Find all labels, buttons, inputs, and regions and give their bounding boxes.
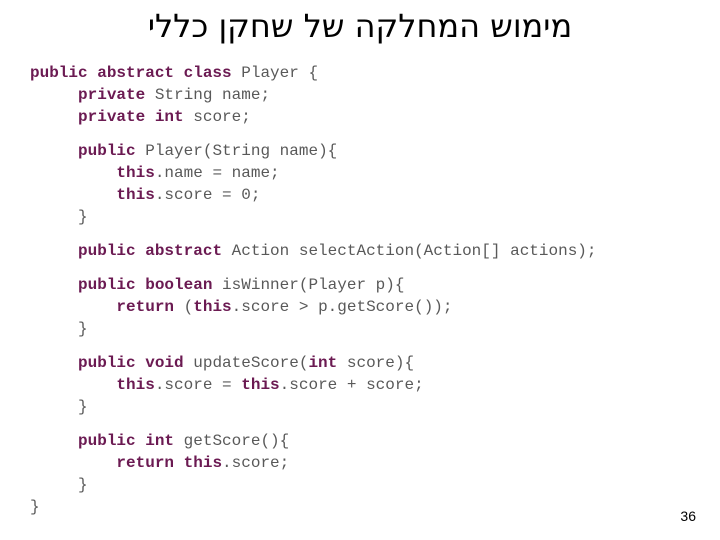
code-line: public void updateScore(int score){ [30,352,700,374]
code-keyword: this [116,376,155,394]
code-text: Player { [241,64,319,82]
code-keyword: int [308,354,347,372]
code-keyword: return [116,298,184,316]
code-keyword: private int [78,108,194,126]
code-text: } [78,208,88,226]
code-keyword: public boolean [78,276,223,294]
code-keyword: private [78,86,155,104]
code-line: private int score; [30,106,700,128]
code-text: .score + score; [279,376,424,394]
code-line: public int getScore(){ [30,430,700,452]
code-text: .score > p.getScore()); [231,298,453,316]
code-text: ( [183,298,194,316]
code-text: getScore(){ [183,432,290,450]
code-keyword: this [116,186,155,204]
code-text: Player(String name){ [145,142,338,160]
code-keyword: this [241,376,280,394]
code-keyword: public void [78,354,194,372]
code-text: } [30,498,40,516]
code-line: private String name; [30,84,700,106]
code-text: } [78,398,88,416]
code-keyword: public abstract [78,242,232,260]
code-keyword: public abstract class [30,64,242,82]
code-line: public Player(String name){ [30,140,700,162]
code-text: .name = name; [154,164,280,182]
code-line: this.score = 0; [30,184,700,206]
code-line: } [30,318,700,340]
code-keyword: public int [78,432,184,450]
code-text: .score = 0; [154,186,261,204]
code-text: score; [193,108,251,126]
code-line: this.name = name; [30,162,700,184]
slide-page-number: 36 [680,508,696,524]
code-line: } [30,474,700,496]
code-text: Action selectAction(Action[] actions); [231,242,597,260]
code-text: score){ [346,354,415,372]
code-line: } [30,496,700,518]
code-line: return (this.score > p.getScore()); [30,296,700,318]
code-line: public abstract class Player { [30,62,700,84]
code-text: .score = [154,376,242,394]
code-text: } [78,476,88,494]
code-text: updateScore( [193,354,309,372]
slide-canvas: מימוש המחלקה של שחקן כללי public abstrac… [0,0,720,540]
code-text: } [78,320,88,338]
code-line: return this.score; [30,452,700,474]
code-text: isWinner(Player p){ [222,276,405,294]
code-text: String name; [154,86,271,104]
code-listing: public abstract class Player { private S… [30,62,700,518]
code-line: this.score = this.score + score; [30,374,700,396]
code-keyword: this [116,164,155,182]
code-line: public abstract Action selectAction(Acti… [30,240,700,262]
code-line: public boolean isWinner(Player p){ [30,274,700,296]
code-text: .score; [222,454,290,472]
code-line: } [30,206,700,228]
code-keyword: return this [116,454,223,472]
code-keyword: public [78,142,146,160]
code-keyword: this [193,298,232,316]
code-line: } [30,396,700,418]
page-title: מימוש המחלקה של שחקן כללי [147,7,573,45]
